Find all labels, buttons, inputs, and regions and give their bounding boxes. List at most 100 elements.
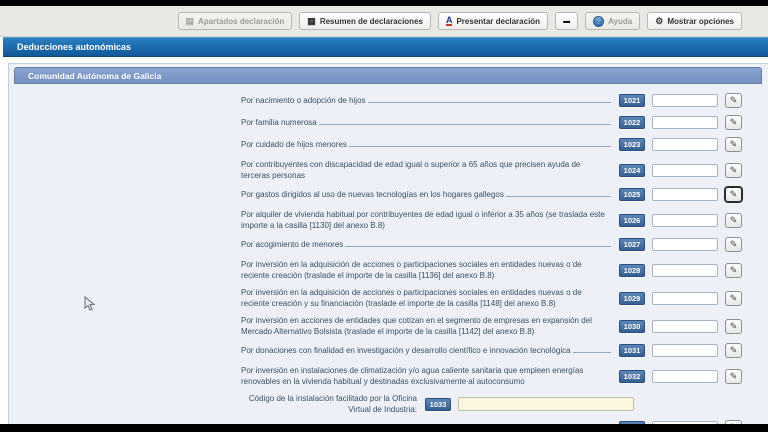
pencil-icon: ✎ xyxy=(730,190,738,199)
box-number-badge: 1028 xyxy=(619,264,645,277)
amount-input[interactable] xyxy=(652,344,718,357)
pencil-icon: ✎ xyxy=(730,140,738,149)
deduction-label: Por donaciones con finalidad en investig… xyxy=(241,345,611,356)
box-number-badge: 1022 xyxy=(619,116,645,129)
deduction-row: Por cuidado de hijos menores 1023 ✎ xyxy=(13,137,768,152)
pencil-icon: ✎ xyxy=(730,118,738,127)
deduction-row: Por alquiler de vivienda habitual por co… xyxy=(13,209,768,231)
edit-button[interactable]: ✎ xyxy=(725,369,742,384)
deduction-row: Por donaciones con finalidad en investig… xyxy=(13,343,768,358)
deduction-label: Por inversión en la adquisición de accio… xyxy=(241,259,611,281)
deduction-label: Por gastos dirigidos al uso de nuevas te… xyxy=(241,189,611,200)
deduction-row: Por familia numerosa 1022 ✎ xyxy=(13,115,768,130)
pencil-icon: ✎ xyxy=(730,216,738,225)
box-number-badge: 1032 xyxy=(619,370,645,383)
deduction-row: Por inversión en instalaciones de climat… xyxy=(13,365,768,387)
toolbar: ▤ Apartados declaración ▦ Resumen de dec… xyxy=(0,6,768,37)
deduction-label: Por inversión en instalaciones de climat… xyxy=(241,365,611,387)
deduction-label: Por contribuyentes con discapacidad de e… xyxy=(241,159,611,181)
deduction-label: Por nacimiento o adopción de hijos xyxy=(241,95,611,106)
edit-button[interactable]: ✎ xyxy=(725,319,742,334)
dotted-leader xyxy=(345,239,611,247)
amount-input[interactable] xyxy=(652,320,718,333)
media-button[interactable]: ▬ xyxy=(555,12,578,30)
amount-input[interactable] xyxy=(652,116,718,129)
deduction-row: Por gastos dirigidos al uso de nuevas te… xyxy=(13,187,768,202)
amount-input[interactable] xyxy=(652,138,718,151)
pencil-icon: ✎ xyxy=(730,166,738,175)
mostrar-opciones-button[interactable]: ⚙ Mostrar opciones xyxy=(647,12,742,30)
presentar-declaracion-button[interactable]: A Presentar declaración xyxy=(438,12,548,30)
box-number-badge: 1021 xyxy=(619,94,645,107)
box-number-badge: 1024 xyxy=(619,164,645,177)
edit-button[interactable]: ✎ xyxy=(725,237,742,252)
letterbox-bottom xyxy=(0,424,768,432)
pencil-icon: ✎ xyxy=(730,294,738,303)
deduction-rows: Por nacimiento o adopción de hijos 1021 … xyxy=(13,84,768,432)
sections-icon: ▤ xyxy=(186,17,195,26)
box-number-badge: 1029 xyxy=(619,292,645,305)
dotted-leader xyxy=(319,117,611,125)
edit-button[interactable]: ✎ xyxy=(725,213,742,228)
edit-button[interactable]: ✎ xyxy=(725,263,742,278)
amount-input[interactable] xyxy=(652,264,718,277)
deduction-label: Por cuidado de hijos menores xyxy=(241,139,611,150)
pencil-icon: ✎ xyxy=(730,322,738,331)
edit-button[interactable]: ✎ xyxy=(725,187,742,202)
letterbox-top xyxy=(0,0,768,6)
pencil-icon: ✎ xyxy=(730,240,738,249)
amount-input[interactable] xyxy=(652,164,718,177)
deduction-label: Por alquiler de vivienda habitual por co… xyxy=(241,209,611,231)
app-window: ▤ Apartados declaración ▦ Resumen de dec… xyxy=(0,0,768,432)
options-icon: ⚙ xyxy=(655,17,663,26)
dotted-leader xyxy=(506,189,611,197)
summary-icon: ▦ xyxy=(307,17,316,26)
deduction-label: Por familia numerosa xyxy=(241,117,611,128)
edit-button[interactable]: ✎ xyxy=(725,291,742,306)
media-icon: ▬ xyxy=(563,17,570,26)
help-icon: ? xyxy=(593,16,604,27)
installation-code-row: Código de la instalación facilitado por … xyxy=(13,393,768,415)
deductions-panel: Comunidad Autónoma de Galicia Por nacimi… xyxy=(8,63,768,432)
deduction-label: Por inversión en acciones de entidades q… xyxy=(241,315,611,337)
deduction-label: Por acogimiento de menores xyxy=(241,239,611,250)
amount-input[interactable] xyxy=(652,292,718,305)
installation-code-label: Código de la instalación facilitado por … xyxy=(241,393,417,415)
edit-button[interactable]: ✎ xyxy=(725,93,742,108)
dotted-leader xyxy=(349,139,611,147)
apartados-declaracion-button[interactable]: ▤ Apartados declaración xyxy=(178,12,293,30)
box-number-badge: 1031 xyxy=(619,344,645,357)
ayuda-button[interactable]: ? Ayuda xyxy=(585,12,640,30)
resumen-declaraciones-button[interactable]: ▦ Resumen de declaraciones xyxy=(299,12,431,30)
edit-button[interactable]: ✎ xyxy=(725,163,742,178)
amount-input[interactable] xyxy=(652,188,718,201)
edit-button[interactable]: ✎ xyxy=(725,115,742,130)
deduction-row: Por inversión en acciones de entidades q… xyxy=(13,315,768,337)
box-number-badge: 1023 xyxy=(619,138,645,151)
box-number-badge: 1030 xyxy=(619,320,645,333)
pencil-icon: ✎ xyxy=(730,346,738,355)
pencil-icon: ✎ xyxy=(730,96,738,105)
box-number-badge: 1027 xyxy=(619,238,645,251)
deduction-row: Por nacimiento o adopción de hijos 1021 … xyxy=(13,93,768,108)
box-number-badge: 1026 xyxy=(619,214,645,227)
installation-code-input[interactable] xyxy=(458,397,634,411)
amount-input[interactable] xyxy=(652,214,718,227)
edit-button[interactable]: ✎ xyxy=(725,343,742,358)
pencil-icon: ✎ xyxy=(730,372,738,381)
amount-input[interactable] xyxy=(652,238,718,251)
edit-button[interactable]: ✎ xyxy=(725,137,742,152)
box-number-badge: 1033 xyxy=(425,398,451,411)
panel-title: Comunidad Autónoma de Galicia xyxy=(28,71,161,81)
dotted-leader xyxy=(573,345,611,353)
amount-input[interactable] xyxy=(652,94,718,107)
deduction-row: Por acogimiento de menores 1027 ✎ xyxy=(13,237,768,252)
deduction-row: Por inversión en la adquisición de accio… xyxy=(13,287,768,309)
deduction-row: Por contribuyentes con discapacidad de e… xyxy=(13,159,768,181)
panel-header-bar: Comunidad Autónoma de Galicia xyxy=(14,67,762,84)
present-icon: A xyxy=(446,16,453,26)
mouse-cursor xyxy=(84,296,96,312)
amount-input[interactable] xyxy=(652,370,718,383)
section-title: Deducciones autonómicas xyxy=(17,42,131,52)
pencil-icon: ✎ xyxy=(730,266,738,275)
